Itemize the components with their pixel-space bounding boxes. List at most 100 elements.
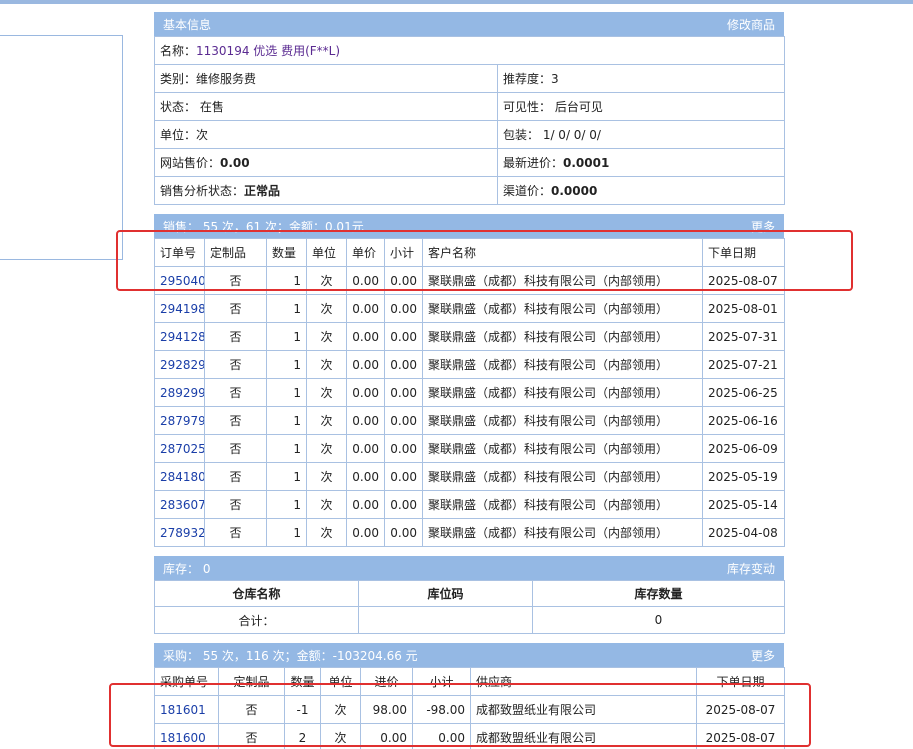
- info-row: 销售分析状态：正常品 渠道价：0.0000: [154, 176, 786, 205]
- custom-flag: 否: [204, 518, 267, 547]
- stock-table: 仓库名称 库位码 库存数量 合计： 0: [154, 580, 785, 634]
- customer-name: 聚联鼎盛（成都）科技有限公司（内部领用）: [422, 378, 703, 407]
- custom-flag: 否: [204, 266, 267, 295]
- unit: 次: [320, 695, 361, 724]
- customer-name: 聚联鼎盛（成都）科技有限公司（内部领用）: [422, 490, 703, 519]
- stock-summary: 库存： 0: [163, 561, 211, 576]
- sales-rows: 295040 否 1 次 0.00 0.00 聚联鼎盛（成都）科技有限公司（内部领用） 202…: [154, 266, 785, 547]
- purchase-row: 181600 否 2 次 0.00 0.00 成都致盟纸业有限公司 2025-08-07: [154, 723, 785, 749]
- recommend-level: 推荐度：3: [496, 64, 786, 93]
- sales-row: 287025 否 1 次 0.00 0.00 聚联鼎盛（成都）科技有限公司（内部领用） 202…: [154, 434, 785, 463]
- qty: 1: [266, 378, 307, 407]
- po-no-link[interactable]: 181601: [154, 695, 219, 724]
- order-no-link[interactable]: 294128: [154, 322, 205, 351]
- sales-row: 294198 否 1 次 0.00 0.00 聚联鼎盛（成都）科技有限公司（内部领用） 202…: [154, 294, 785, 323]
- visibility: 可见性： 后台可见: [496, 92, 786, 121]
- package: 包装： 1/ 0/ 0/ 0/: [496, 120, 786, 149]
- latest-cost: 最新进价：0.0001: [496, 148, 786, 177]
- po-no-link[interactable]: 181600: [154, 723, 219, 749]
- order-date: 2025-04-08: [702, 518, 785, 547]
- col-unit: 单位: [306, 238, 347, 267]
- order-date: 2025-06-25: [702, 378, 785, 407]
- qty: 1: [266, 294, 307, 323]
- unit-price: 0.00: [346, 294, 385, 323]
- qty: 1: [266, 490, 307, 519]
- qty: 1: [266, 322, 307, 351]
- purchase-summary: 采购： 55 次，116 次；金额：-103204.66 元: [163, 648, 418, 663]
- unit: 次: [306, 350, 347, 379]
- order-date: 2025-05-19: [702, 462, 785, 491]
- subtotal: 0.00: [384, 266, 423, 295]
- col-warehouse: 仓库名称: [154, 580, 359, 607]
- purchase-rows: 181601 否 -1 次 98.00 -98.00 成都致盟纸业有限公司 2025-08-0…: [154, 695, 785, 749]
- category: 类别：维修服务费: [154, 64, 498, 93]
- unit: 单位：次: [154, 120, 498, 149]
- qty: 1: [266, 406, 307, 435]
- unit: 次: [306, 406, 347, 435]
- sales-summary: 销售： 55 次，61 次；金额：0.01元: [163, 219, 364, 234]
- qty: 1: [266, 462, 307, 491]
- subtotal: 0.00: [384, 350, 423, 379]
- sales-row: 292829 否 1 次 0.00 0.00 聚联鼎盛（成都）科技有限公司（内部领用） 202…: [154, 350, 785, 379]
- order-no-link[interactable]: 287979: [154, 406, 205, 435]
- product-detail: 基本信息 修改商品 名称：1130194 优选 费用(F**L) 类别：维修服务…: [153, 12, 786, 749]
- subtotal: 0.00: [384, 462, 423, 491]
- info-row: 网站售价：0.00 最新进价：0.0001: [154, 148, 786, 177]
- sales-row: 283607 否 1 次 0.00 0.00 聚联鼎盛（成都）科技有限公司（内部领用） 202…: [154, 490, 785, 519]
- subtotal: -98.00: [412, 695, 471, 724]
- col-date: 下单日期: [696, 667, 785, 696]
- unit-price: 0.00: [346, 434, 385, 463]
- order-no-link[interactable]: 278932: [154, 518, 205, 547]
- custom-flag: 否: [204, 378, 267, 407]
- unit-price: 0.00: [346, 378, 385, 407]
- order-no-link[interactable]: 284180: [154, 462, 205, 491]
- customer-name: 聚联鼎盛（成都）科技有限公司（内部领用）: [422, 406, 703, 435]
- sales-header-row: 订单号 定制品 数量 单位 单价 小计 客户名称 下单日期: [154, 238, 785, 267]
- custom-flag: 否: [204, 462, 267, 491]
- order-no-link[interactable]: 294198: [154, 294, 205, 323]
- order-no-link[interactable]: 295040: [154, 266, 205, 295]
- col-stock-qty: 库存数量: [532, 580, 785, 607]
- qty: -1: [284, 695, 321, 724]
- site-price: 网站售价：0.00: [154, 148, 498, 177]
- order-no-link[interactable]: 287025: [154, 434, 205, 463]
- stock-total-qty: 0: [532, 606, 785, 634]
- purchase-more-link[interactable]: 更多: [751, 647, 775, 664]
- sales-table: 订单号 定制品 数量 单位 单价 小计 客户名称 下单日期 295040 否 1 次 0…: [154, 238, 785, 547]
- sales-analysis-status: 销售分析状态：正常品: [154, 176, 498, 205]
- unit-price: 0.00: [346, 518, 385, 547]
- sales-more-link[interactable]: 更多: [751, 218, 775, 235]
- custom-flag: 否: [218, 695, 285, 724]
- sales-row: 295040 否 1 次 0.00 0.00 聚联鼎盛（成都）科技有限公司（内部领用） 202…: [154, 266, 785, 295]
- stock-change-link[interactable]: 库存变动: [727, 560, 775, 577]
- custom-flag: 否: [204, 434, 267, 463]
- basic-info-header: 基本信息 修改商品: [154, 12, 784, 36]
- purchase-table: 采购单号 定制品 数量 单位 进价 小计 供应商 下单日期 181601 否 -1 次…: [154, 667, 785, 749]
- order-date: 2025-08-07: [696, 723, 785, 749]
- edit-product-link[interactable]: 修改商品: [727, 16, 775, 33]
- unit: 次: [306, 378, 347, 407]
- unit: 次: [306, 490, 347, 519]
- col-location: 库位码: [358, 580, 533, 607]
- sales-header: 销售： 55 次，61 次；金额：0.01元 更多: [154, 214, 784, 238]
- unit: 次: [306, 434, 347, 463]
- unit: 次: [320, 723, 361, 749]
- basic-info-table: 名称：1130194 优选 费用(F**L) 类别：维修服务费 推荐度：3 状态…: [153, 36, 786, 205]
- sale-status: 状态： 在售: [154, 92, 498, 121]
- col-date: 下单日期: [702, 238, 785, 267]
- order-date: 2025-08-01: [702, 294, 785, 323]
- subtotal: 0.00: [412, 723, 471, 749]
- col-unit: 单位: [320, 667, 361, 696]
- order-no-link[interactable]: 292829: [154, 350, 205, 379]
- unit-price: 0.00: [346, 322, 385, 351]
- col-cost: 进价: [360, 667, 413, 696]
- sales-row: 289299 否 1 次 0.00 0.00 聚联鼎盛（成都）科技有限公司（内部领用） 202…: [154, 378, 785, 407]
- qty: 1: [266, 266, 307, 295]
- basic-info-title: 基本信息: [163, 17, 212, 32]
- order-no-link[interactable]: 289299: [154, 378, 205, 407]
- sales-row: 287979 否 1 次 0.00 0.00 聚联鼎盛（成都）科技有限公司（内部领用） 202…: [154, 406, 785, 435]
- order-no-link[interactable]: 283607: [154, 490, 205, 519]
- col-subtotal: 小计: [412, 667, 471, 696]
- col-custom: 定制品: [204, 238, 267, 267]
- subtotal: 0.00: [384, 322, 423, 351]
